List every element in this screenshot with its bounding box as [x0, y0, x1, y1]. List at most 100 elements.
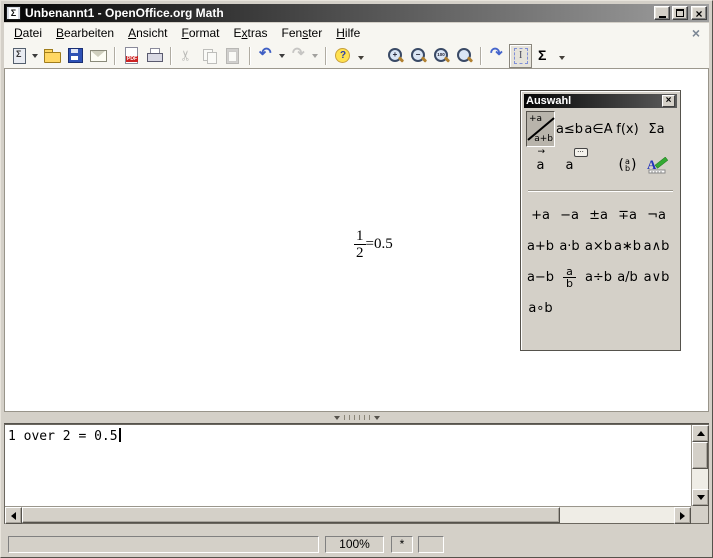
horizontal-scrollbar-track[interactable] — [560, 507, 674, 523]
print-button[interactable] — [143, 44, 166, 68]
formula-rhs: =0.5 — [366, 236, 393, 253]
close-button[interactable] — [691, 6, 707, 20]
vertical-scrollbar-track[interactable] — [692, 469, 708, 489]
palette-titlebar[interactable]: Auswahl — [524, 94, 677, 108]
zoom-page-button[interactable] — [453, 44, 476, 68]
menu-hilfe[interactable]: Hilfe — [329, 24, 367, 42]
menu-bearbeiten[interactable]: Bearbeiten — [49, 24, 121, 42]
toolbar-overflow-button[interactable] — [557, 45, 569, 67]
toolbar-separator — [249, 47, 251, 65]
toolbar-separator — [480, 47, 482, 65]
save-icon — [67, 47, 84, 64]
paste-icon — [225, 47, 242, 64]
dropdown-caret-icon[interactable] — [32, 54, 38, 61]
send-email-button[interactable] — [87, 44, 110, 68]
symbol-a+b[interactable]: a+b — [526, 239, 555, 254]
symbol-a∘b[interactable]: a∘b — [526, 301, 555, 316]
scroll-down-button[interactable] — [692, 489, 709, 506]
vector-a-icon: a→ — [537, 158, 545, 173]
selection-palette[interactable]: Auswahl +a a+b a≤b a∈A f(x) Σa a→ — [520, 90, 681, 351]
unary-binary-icon: +a a+b — [528, 114, 553, 144]
category-attributes[interactable]: a→ — [526, 147, 555, 183]
cut-button[interactable] — [176, 44, 199, 68]
paste-button[interactable] — [222, 44, 245, 68]
maximize-icon — [676, 9, 684, 17]
export-pdf-button[interactable] — [120, 44, 143, 68]
redo-button[interactable] — [288, 44, 321, 68]
symbol-±a[interactable]: ±a — [584, 208, 613, 223]
toolbar-separator — [170, 47, 172, 65]
symbol-a∗b[interactable]: a∗b — [613, 239, 642, 254]
symbol-a−b[interactable]: a−b — [526, 270, 555, 285]
zoom-100-button[interactable] — [430, 44, 453, 68]
vertical-scrollbar-thumb[interactable] — [692, 442, 708, 469]
window-splitter[interactable] — [4, 412, 709, 424]
toolbar-overflow-button[interactable] — [356, 45, 368, 67]
palette-close-button[interactable] — [662, 95, 675, 107]
status-zoom[interactable]: 100% — [325, 536, 384, 553]
menu-datei[interactable]: Datei — [7, 24, 49, 42]
menu-fenster[interactable]: Fenster — [275, 24, 330, 42]
redraw-icon — [489, 47, 506, 64]
command-window: 1 over 2 = 0.5 — [4, 424, 709, 524]
symbol-a·b[interactable]: a·b — [555, 239, 584, 254]
symbol-∓a[interactable]: ∓a — [613, 208, 642, 223]
titlebar[interactable]: Σ Unbenannt1 - OpenOffice.org Math — [4, 4, 709, 22]
help-button[interactable] — [331, 44, 354, 68]
open-button[interactable] — [41, 44, 64, 68]
palette-categories: +a a+b a≤b a∈A f(x) Σa a→ a··· — [524, 108, 677, 183]
save-button[interactable] — [64, 44, 87, 68]
category-relations[interactable]: a≤b — [555, 111, 584, 147]
help-icon — [334, 47, 351, 64]
brackets-icon: ( ab ) — [618, 157, 636, 173]
formula-cursor-button[interactable] — [509, 44, 532, 68]
category-operators[interactable]: Σa — [642, 111, 671, 147]
symbol-a/b[interactable]: a/b — [613, 270, 642, 285]
symbol-fraction-a-over-b[interactable]: ab — [555, 266, 584, 289]
app-icon: Σ — [6, 6, 21, 20]
redo-icon — [291, 47, 308, 64]
symbol-a÷b[interactable]: a÷b — [584, 270, 613, 285]
redraw-button[interactable] — [486, 44, 509, 68]
dropdown-caret-icon[interactable] — [312, 54, 318, 61]
category-others[interactable]: a··· — [555, 147, 584, 183]
command-editor[interactable]: 1 over 2 = 0.5 — [5, 425, 691, 506]
zoom-in-button[interactable] — [384, 44, 407, 68]
maximize-button[interactable] — [672, 6, 688, 20]
symbol-+a[interactable]: +a — [526, 208, 555, 223]
command-vertical-scrollbar[interactable] — [691, 425, 708, 506]
command-horizontal-scrollbar[interactable] — [5, 506, 691, 523]
new-button[interactable] — [8, 44, 41, 68]
window-title: Unbenannt1 - OpenOffice.org Math — [25, 6, 224, 20]
symbol-¬a[interactable]: ¬a — [642, 208, 671, 223]
close-document-icon[interactable] — [692, 25, 700, 41]
symbol-a∧b[interactable]: a∧b — [642, 239, 671, 254]
category-unary-binary-operators[interactable]: +a a+b — [526, 111, 555, 147]
category-formats[interactable]: A — [642, 147, 671, 183]
status-panel-empty — [8, 536, 319, 553]
menu-format[interactable]: Format — [174, 24, 226, 42]
undo-button[interactable] — [255, 44, 288, 68]
fraction-numerator: 1 — [354, 228, 366, 245]
send-email-icon — [90, 47, 107, 64]
scroll-left-button[interactable] — [5, 507, 22, 524]
menu-ansicht[interactable]: Ansicht — [121, 24, 174, 42]
dropdown-caret-icon[interactable] — [279, 54, 285, 61]
scroll-right-button[interactable] — [674, 507, 691, 524]
print-icon — [146, 47, 163, 64]
undo-icon — [258, 47, 275, 64]
category-functions[interactable]: f(x) — [613, 111, 642, 147]
minimize-button[interactable] — [654, 6, 670, 20]
zoom-100-icon — [433, 47, 450, 64]
category-set-operations[interactable]: a∈A — [584, 111, 613, 147]
symbol-−a[interactable]: −a — [555, 208, 584, 223]
zoom-out-button[interactable] — [407, 44, 430, 68]
symbol-a×b[interactable]: a×b — [584, 239, 613, 254]
category-brackets[interactable]: ( ab ) — [613, 147, 642, 183]
horizontal-scrollbar-thumb[interactable] — [22, 507, 560, 523]
copy-button[interactable] — [199, 44, 222, 68]
catalog-button[interactable] — [532, 44, 555, 68]
menu-extras[interactable]: Extras — [227, 24, 275, 42]
scroll-up-button[interactable] — [692, 425, 709, 442]
symbol-a∨b[interactable]: a∨b — [642, 270, 671, 285]
